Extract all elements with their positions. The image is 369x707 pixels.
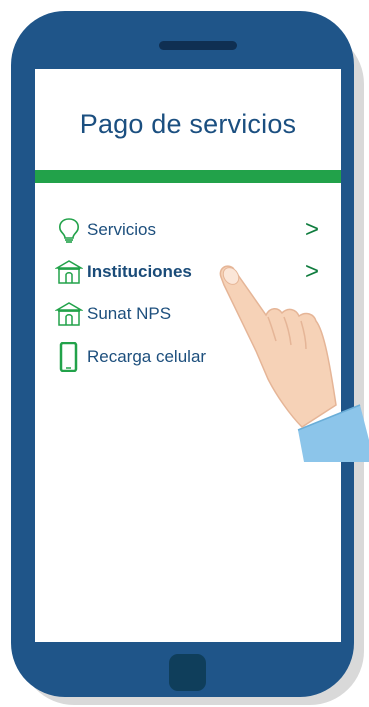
bank-building-icon bbox=[54, 259, 84, 285]
mobile-phone-icon bbox=[55, 341, 83, 373]
chevron-right-icon[interactable]: > bbox=[301, 215, 323, 245]
menu-item-servicios[interactable]: Servicios > bbox=[53, 215, 323, 245]
lightbulb-icon bbox=[55, 217, 83, 243]
title-divider-bar bbox=[35, 170, 341, 183]
menu-item-label: Sunat NPS bbox=[87, 304, 172, 323]
phone-home-button bbox=[169, 654, 206, 691]
menu-item-label: Servicios bbox=[87, 220, 156, 239]
phone-illustration: Pago de servicios Servicios > Institucio… bbox=[0, 0, 369, 707]
menu-item-label: Instituciones bbox=[87, 262, 192, 281]
menu-item-label: Recarga celular bbox=[87, 347, 207, 366]
screen-title: Pago de servicios bbox=[79, 109, 297, 139]
pointing-hand-icon bbox=[219, 265, 369, 462]
bank-building-icon bbox=[54, 301, 84, 327]
phone-speaker bbox=[159, 41, 237, 50]
